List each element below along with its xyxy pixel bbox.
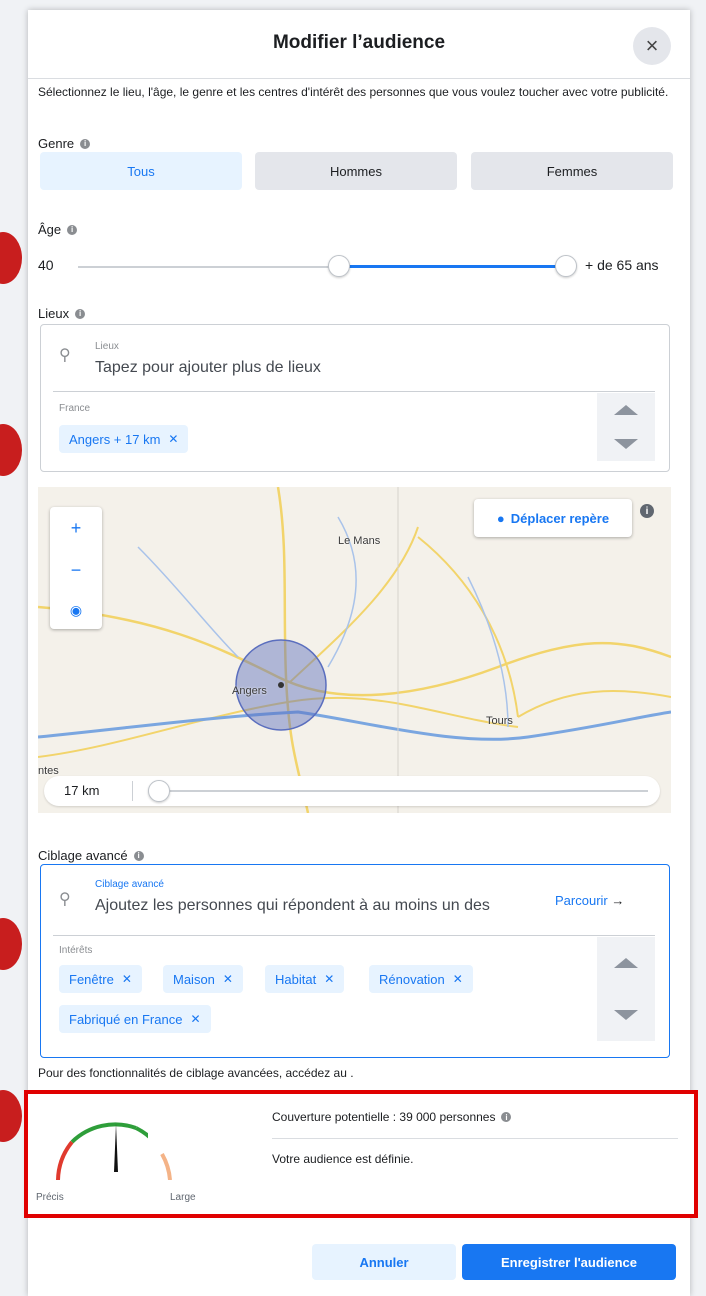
search-icon: ⚲ [59,891,71,908]
interest-chip-label: Fabriqué en France [69,1011,183,1027]
radius-value: 17 km [64,783,100,798]
map-city-label: Le Mans [338,535,381,547]
scroll-up-icon[interactable] [614,405,638,415]
coverage-text: Couverture potentielle : 39 000 personne… [272,1110,496,1124]
location-scroll[interactable] [597,393,655,461]
interest-chip[interactable]: Fenêtre ✕ [59,965,142,993]
pin-icon: ● [496,510,505,526]
interest-chip[interactable]: Rénovation ✕ [369,965,473,993]
age-label: Âge i [38,222,78,237]
advanced-targeting-box: ⚲ Ciblage avancé Ajoutez les personnes q… [40,864,670,1058]
interest-chip-label: Habitat [275,971,317,987]
coverage-line: Couverture potentielle : 39 000 personne… [272,1110,512,1124]
gauge-end [160,1153,172,1180]
divider [53,391,655,392]
interest-chip-label: Maison [173,971,215,987]
locations-label-text: Lieux [38,306,70,321]
annotation-marker [0,424,22,476]
gender-label-text: Genre [38,136,75,151]
age-max-handle[interactable] [555,255,577,277]
country-label: France [59,403,91,414]
radius-slider-bar: 17 km [44,776,660,806]
zoom-out-button[interactable]: − [71,560,82,581]
locations-field-label: Lieux [95,341,119,352]
search-icon: ⚲ [59,347,71,364]
location-chip-label: Angers + 17 km [69,431,161,447]
annotation-marker [0,232,22,284]
divider [132,781,133,801]
gender-label: Genre i [38,136,91,151]
location-chip[interactable]: Angers + 17 km ✕ [59,425,189,453]
dialog-description: Sélectionnez le lieu, l'âge, le genre et… [38,85,669,99]
remove-icon[interactable]: ✕ [122,972,132,986]
gender-option-femmes[interactable]: Femmes [471,152,673,190]
zoom-in-button[interactable]: + [71,518,82,539]
map-info-icon[interactable]: i [640,504,654,518]
advanced-targeting-label-text: Ciblage avancé [38,848,128,863]
interest-chip[interactable]: Maison ✕ [163,965,243,993]
remove-icon[interactable]: ✕ [168,432,178,446]
info-icon[interactable]: i [75,308,86,319]
map-zoom-controls: + − ◉ [50,507,102,629]
locations-label: Lieux i [38,306,86,321]
gender-option-tous[interactable]: Tous [40,152,242,190]
age-slider-track [78,266,340,268]
age-label-text: Âge [38,222,62,237]
info-icon[interactable]: i [80,138,91,149]
scroll-up-icon[interactable] [614,958,638,968]
remove-icon[interactable]: ✕ [190,1012,200,1026]
browse-link[interactable]: Parcourir → [555,893,624,908]
audience-reach-panel: Précis Large Couverture potentielle : 39… [24,1090,698,1218]
radius-slider-handle[interactable] [148,780,170,802]
info-icon[interactable]: i [67,224,78,235]
gauge-left-label: Précis [36,1192,64,1203]
remove-icon[interactable]: ✕ [223,972,233,986]
move-pin-label: Déplacer repère [510,510,610,526]
interest-chip-label: Rénovation [379,971,445,987]
close-button[interactable]: × [633,27,671,65]
divider [272,1138,678,1139]
save-audience-button[interactable]: Enregistrer l'audience [462,1244,676,1280]
edit-audience-dialog: Modifier l’audience × Sélectionnez le li… [24,10,698,1296]
audience-gauge [56,1122,148,1181]
remove-icon[interactable]: ✕ [453,972,463,986]
divider [53,935,655,936]
advanced-search-input[interactable]: Ajoutez les personnes qui répondent à au… [95,897,527,915]
browse-label: Parcourir [555,893,608,908]
advanced-targeting-label: Ciblage avancé i [38,848,144,863]
interests-scroll[interactable] [597,937,655,1041]
advanced-field-label: Ciblage avancé [95,879,164,890]
map-city-label: Tours [486,715,513,727]
advanced-targeting-note: Pour des fonctionnalités de ciblage avan… [38,1066,354,1080]
locate-icon[interactable]: ◉ [70,602,82,619]
interest-chip[interactable]: Habitat ✕ [265,965,345,993]
age-min-value: 40 [38,257,54,273]
scroll-down-icon[interactable] [614,1010,638,1020]
scroll-down-icon[interactable] [614,439,638,449]
age-max-value: + de 65 ans [585,257,659,273]
info-icon[interactable]: i [133,850,144,861]
age-min-handle[interactable] [328,255,350,277]
interest-chip[interactable]: Fabriqué en France ✕ [59,1005,211,1033]
divider [28,78,690,79]
map-city-label: Angers [232,685,267,697]
info-icon[interactable]: i [501,1112,512,1122]
locations-box: ⚲ Lieux Tapez pour ajouter plus de lieux… [40,324,670,472]
close-icon: × [645,33,659,58]
annotation-marker [0,1090,22,1142]
move-pin-button[interactable]: ● Déplacer repère [474,499,632,537]
locations-search-input[interactable]: Tapez pour ajouter plus de lieux [95,359,595,377]
cancel-button[interactable]: Annuler [312,1244,456,1280]
remove-icon[interactable]: ✕ [324,972,334,986]
interests-label: Intérêts [59,945,93,956]
gauge-right-label: Large [170,1192,196,1203]
annotation-marker [0,918,22,970]
dialog-title: Modifier l’audience [272,32,446,53]
audience-status: Votre audience est définie. [272,1152,414,1166]
gender-option-hommes[interactable]: Hommes [255,152,457,190]
interest-chip-label: Fenêtre [69,971,114,987]
radius-slider-track [152,790,648,792]
arrow-right-icon: → [611,893,625,908]
age-slider-range [340,265,566,268]
